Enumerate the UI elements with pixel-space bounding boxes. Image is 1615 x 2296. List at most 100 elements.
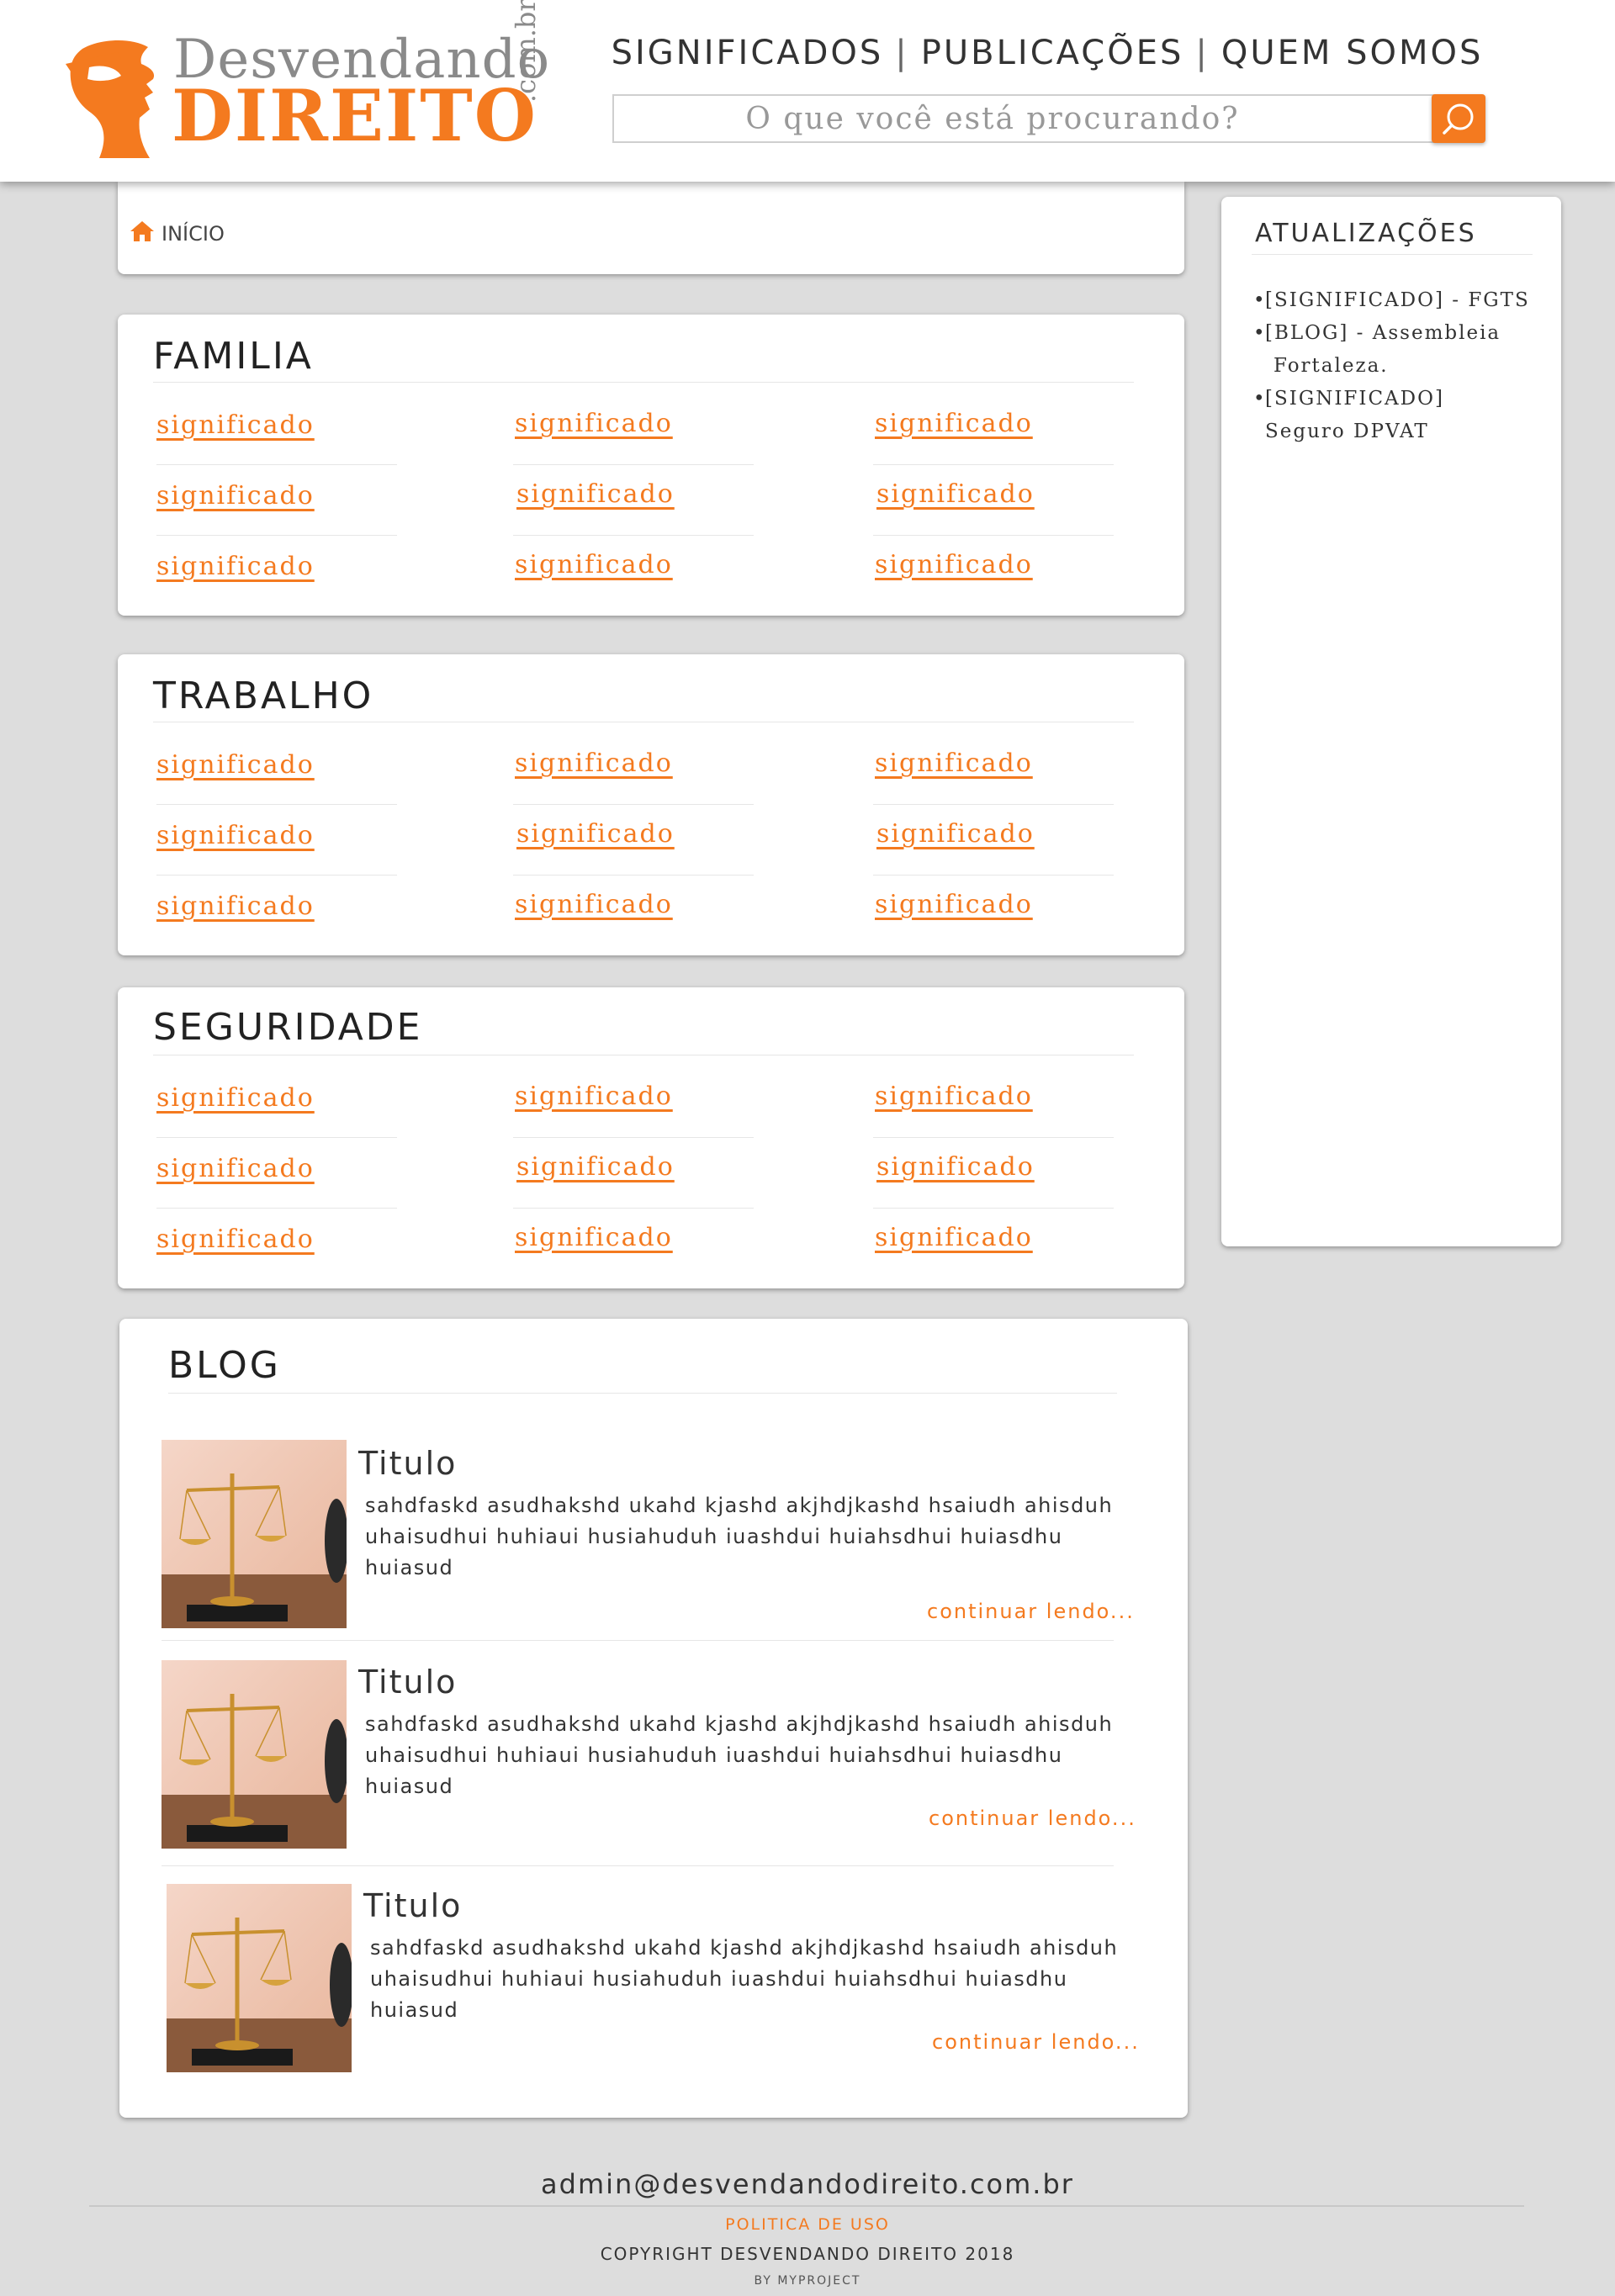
search-input[interactable]	[614, 96, 1371, 141]
section-link[interactable]: significado	[876, 1152, 1035, 1182]
main-nav: SIGNIFICADOS | PUBLICAÇÕES | QUEM SOMOS	[612, 34, 1481, 72]
section-link[interactable]: significado	[875, 890, 1033, 919]
section-link[interactable]: significado	[516, 1152, 675, 1182]
divider	[513, 1137, 754, 1138]
divider	[513, 875, 754, 876]
logo-line2: DIREITO	[172, 74, 537, 157]
post-excerpt: sahdfaskd asudhakshd ukahd kjashd akjhdj…	[365, 1490, 1122, 1584]
divider	[156, 1137, 397, 1138]
divider	[873, 535, 1114, 536]
nav-significados[interactable]: SIGNIFICADOS	[612, 34, 884, 72]
post-title[interactable]: Titulo	[358, 1445, 457, 1482]
divider	[162, 1640, 1114, 1641]
section-link[interactable]: significado	[876, 479, 1035, 509]
divider	[873, 464, 1114, 465]
section-link[interactable]: significado	[875, 1082, 1033, 1111]
section-link[interactable]: significado	[875, 1223, 1033, 1252]
update-text: Seguro DPVAT	[1265, 421, 1429, 442]
breadcrumb-home[interactable]: INÍCIO	[162, 222, 225, 246]
divider	[513, 464, 754, 465]
section-link[interactable]: significado	[875, 409, 1033, 438]
update-text: [SIGNIFICADO]	[1265, 388, 1444, 410]
divider	[873, 1137, 1114, 1138]
scales-of-justice-image	[162, 1660, 347, 1849]
update-item[interactable]: •[SIGNIFICADO] Seguro DPVAT	[1253, 383, 1539, 448]
bullet: •	[1253, 322, 1267, 344]
update-item[interactable]: •[BLOG] - Assembleia Fortaleza.	[1253, 317, 1539, 383]
section-link[interactable]: significado	[875, 550, 1033, 579]
footer-divider	[89, 2205, 1524, 2207]
section-link[interactable]: significado	[516, 479, 675, 509]
section-link[interactable]: significado	[515, 550, 673, 579]
divider	[873, 875, 1114, 876]
section-link[interactable]: significado	[875, 749, 1033, 778]
section-link[interactable]: significado	[515, 1082, 673, 1111]
read-more-link[interactable]: continuar lendo...	[929, 1807, 1136, 1830]
section-link[interactable]: significado	[515, 890, 673, 919]
update-item[interactable]: •[SIGNIFICADO] - FGTS	[1253, 284, 1539, 317]
post-excerpt: sahdfaskd asudhakshd ukahd kjashd akjhdj…	[365, 1709, 1122, 1802]
blog-section: BLOG Titulo sahdfaskd asudhakshd ukahd k…	[119, 1319, 1188, 2118]
section-link[interactable]: significado	[156, 750, 315, 780]
section-link[interactable]: significado	[156, 481, 315, 511]
post-thumbnail[interactable]	[167, 1884, 352, 2072]
section-link[interactable]: significado	[156, 552, 315, 581]
logo-domain: .com.br	[510, 0, 542, 103]
divider	[153, 382, 1134, 383]
section-link[interactable]: significado	[876, 819, 1035, 849]
section-link[interactable]: significado	[156, 891, 315, 921]
update-text: Fortaleza.	[1273, 355, 1389, 377]
section-link[interactable]: significado	[156, 1083, 315, 1113]
divider	[156, 875, 397, 876]
divider	[513, 535, 754, 536]
post-excerpt-line: sahdfaskd asudhakshd ukahd kjashd akjhdj…	[365, 1712, 1114, 1736]
section-link[interactable]: significado	[516, 819, 675, 849]
read-more-link[interactable]: continuar lendo...	[932, 2030, 1140, 2054]
divider	[873, 804, 1114, 805]
divider	[513, 1208, 754, 1209]
post-excerpt-line: uhaisudhui huhiaui husiahuduh iuashdui h…	[365, 1743, 1063, 1798]
search-button[interactable]	[1432, 94, 1485, 143]
divider	[156, 804, 397, 805]
post-excerpt-line: uhaisudhui huhiaui husiahuduh iuashdui h…	[365, 1525, 1063, 1579]
divider	[513, 804, 754, 805]
section-trabalho: TRABALHO significado significado signifi…	[118, 654, 1184, 955]
scales-of-justice-image	[162, 1440, 347, 1628]
section-link[interactable]: significado	[156, 1154, 315, 1183]
footer-email[interactable]: admin@desvendandodireito.com.br	[0, 2168, 1615, 2200]
section-link[interactable]: significado	[156, 410, 315, 440]
section-title: FAMILIA	[153, 335, 314, 378]
post-title[interactable]: Titulo	[363, 1887, 462, 1924]
update-text: [BLOG] - Assembleia	[1265, 322, 1501, 344]
nav-quem-somos[interactable]: QUEM SOMOS	[1221, 34, 1484, 72]
section-link[interactable]: significado	[156, 821, 315, 850]
scales-of-justice-image	[167, 1884, 352, 2072]
section-link[interactable]: significado	[515, 749, 673, 778]
home-icon[interactable]	[130, 220, 155, 242]
updates-sidebar: ATUALIZAÇÕES •[SIGNIFICADO] - FGTS •[BLO…	[1221, 197, 1561, 1246]
footer-credit: BY MYPROJECT	[754, 2274, 861, 2288]
section-link[interactable]: significado	[156, 1225, 315, 1254]
post-thumbnail[interactable]	[162, 1440, 347, 1628]
section-link[interactable]: significado	[515, 1223, 673, 1252]
post-title[interactable]: Titulo	[358, 1664, 457, 1701]
section-link[interactable]: significado	[515, 409, 673, 438]
read-more-link[interactable]: continuar lendo...	[927, 1600, 1135, 1623]
nav-publicacoes[interactable]: PUBLICAÇÕES	[921, 34, 1184, 72]
divider	[156, 535, 397, 536]
section-title: SEGURIDADE	[153, 1006, 423, 1049]
bullet: •	[1253, 289, 1267, 311]
search-icon	[1443, 103, 1474, 135]
footer-policy-link[interactable]: POLITICA DE USO	[0, 2215, 1615, 2234]
justice-bust-icon	[66, 40, 155, 158]
site-header: Desvendando DIREITO .com.br SIGNIFICADOS…	[0, 0, 1615, 182]
post-thumbnail[interactable]	[162, 1660, 347, 1849]
section-seguridade: SEGURIDADE significado significado signi…	[118, 987, 1184, 1288]
divider	[168, 1393, 1117, 1394]
divider	[873, 1208, 1114, 1209]
blog-title: BLOG	[168, 1344, 281, 1387]
site-logo[interactable]: Desvendando DIREITO .com.br	[66, 0, 553, 160]
nav-separator: |	[1195, 34, 1210, 72]
update-text: [SIGNIFICADO] - FGTS	[1265, 289, 1530, 311]
post-excerpt-line: uhaisudhui huhiaui husiahuduh iuashdui h…	[370, 1967, 1068, 2022]
